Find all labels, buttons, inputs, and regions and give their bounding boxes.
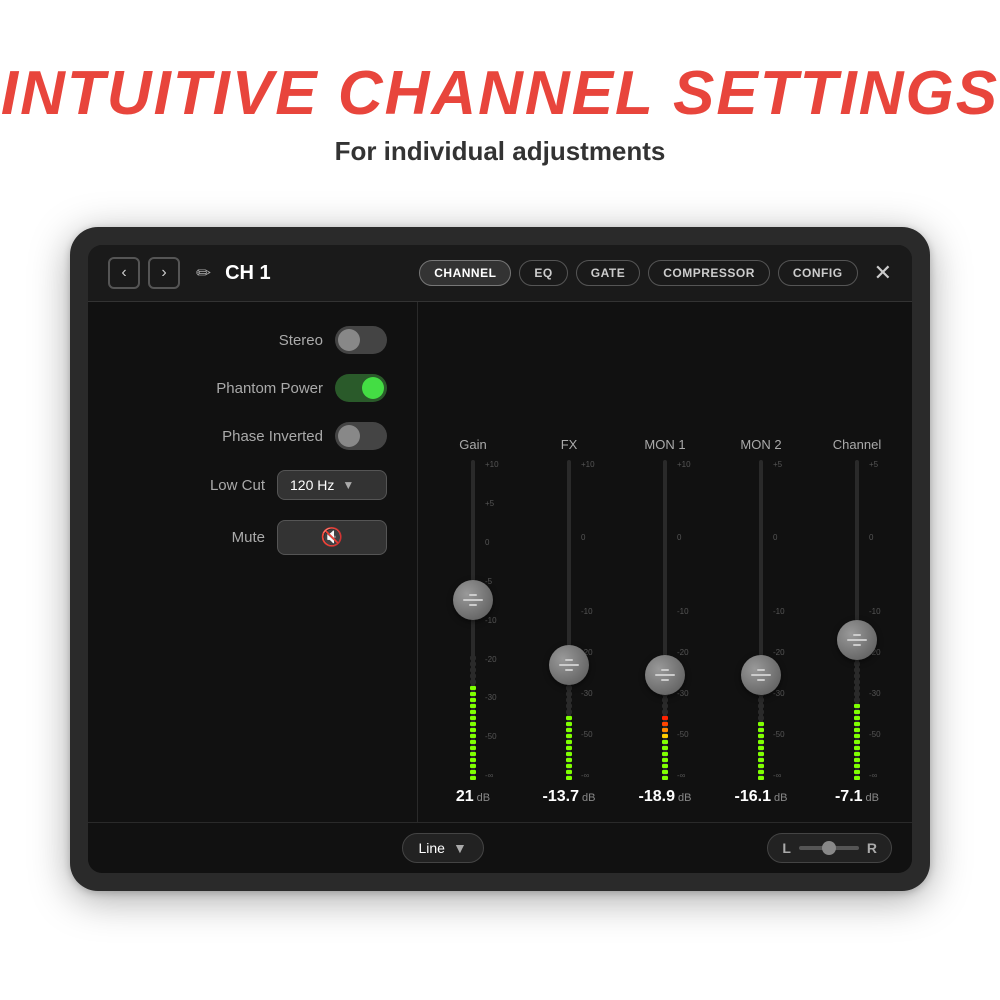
fader-mon2-handle[interactable] [741, 655, 781, 695]
fader-fx-handle[interactable] [549, 645, 589, 685]
fader-gain-value-row: 21 dB [456, 788, 490, 806]
fader-mon1-track: +10 0 -10 -20 -30 -50 -∞ [663, 460, 667, 780]
fader-mon2-value: -16.1 [735, 788, 771, 806]
channel-name: CH 1 [225, 262, 271, 285]
tab-gate[interactable]: GATE [576, 260, 640, 286]
fader-channel-track-container: +5 0 -10 -20 -30 -50 -∞ [812, 460, 902, 780]
fader-fx-track-container: +10 0 -10 -20 -30 -50 -∞ [524, 460, 614, 780]
fader-fx-value: -13.7 [543, 788, 579, 806]
fader-fx-track: +10 0 -10 -20 -30 -50 -∞ [567, 460, 571, 780]
nav-bar: ‹ › ✏ CH 1 CHANNEL EQ GATE COMPRESSOR CO… [88, 245, 912, 302]
page-header: INTUITIVE CHANNEL SETTINGS For individua… [1, 0, 999, 187]
mute-label: Mute [118, 529, 265, 546]
mute-row: Mute 🔇 [118, 520, 387, 555]
prev-button[interactable]: ‹ [108, 257, 140, 289]
fader-gain-track: +10 +5 0 -5 -10 -20 -30 -50 -∞ [471, 460, 475, 780]
fader-gain-handle[interactable] [453, 580, 493, 620]
fader-mon1-value: -18.9 [639, 788, 675, 806]
nav-left: ‹ › ✏ CH 1 [108, 257, 271, 289]
fader-gain-label: Gain [459, 437, 486, 452]
fader-channel-handle-inner [847, 639, 867, 641]
tablet-wrapper: ‹ › ✏ CH 1 CHANNEL EQ GATE COMPRESSOR CO… [70, 227, 930, 891]
line-selector-arrow-icon: ▼ [453, 840, 467, 856]
stereo-row: Stereo [118, 326, 387, 354]
low-cut-label: Low Cut [118, 477, 265, 494]
fader-mon2-track: +5 0 -10 -20 -30 -50 -∞ [759, 460, 763, 780]
phase-inverted-toggle[interactable] [335, 422, 387, 450]
fader-channel-value-row: -7.1 dB [835, 788, 879, 806]
edit-icon[interactable]: ✏ [196, 263, 211, 284]
next-button[interactable]: › [148, 257, 180, 289]
fader-fx-unit: dB [582, 792, 595, 804]
phase-inverted-knob [338, 425, 360, 447]
fader-channel-unit: dB [866, 792, 879, 804]
tab-config[interactable]: CONFIG [778, 260, 858, 286]
fader-mon2-label: MON 2 [740, 437, 781, 452]
pan-slider-track[interactable] [799, 846, 859, 850]
phantom-power-toggle[interactable] [335, 374, 387, 402]
pan-control[interactable]: L R [767, 833, 892, 863]
fader-channel: Channel +5 0 -10 -20 -30 -50 [812, 437, 902, 806]
pan-left-label: L [782, 840, 791, 856]
faders-panel: Gain +10 +5 0 -5 -10 -20 -30 [418, 302, 912, 822]
fader-mon1-handle-inner [655, 674, 675, 676]
fader-fx-label: FX [561, 437, 578, 452]
low-cut-row: Low Cut 120 Hz ▼ [118, 470, 387, 500]
fader-gain-track-container: +10 +5 0 -5 -10 -20 -30 -50 -∞ [428, 460, 518, 780]
fader-mon2: MON 2 +5 0 -10 -20 -30 -50 [716, 437, 806, 806]
phase-inverted-row: Phase Inverted [118, 422, 387, 450]
stereo-knob [338, 329, 360, 351]
tab-compressor[interactable]: COMPRESSOR [648, 260, 770, 286]
content-area: Stereo Phantom Power Phase Inverted [88, 302, 912, 822]
fader-mon1-handle[interactable] [645, 655, 685, 695]
tablet-screen: ‹ › ✏ CH 1 CHANNEL EQ GATE COMPRESSOR CO… [88, 245, 912, 873]
fader-handle-inner [463, 599, 483, 601]
line-selector-value: Line [419, 840, 445, 856]
fader-fx: FX +10 0 -10 -20 -30 -50 [524, 437, 614, 806]
fader-fx-value-row: -13.7 dB [543, 788, 596, 806]
low-cut-dropdown[interactable]: 120 Hz ▼ [277, 470, 387, 500]
pan-slider-knob[interactable] [822, 841, 836, 855]
stereo-toggle[interactable] [335, 326, 387, 354]
fader-gain-value: 21 [456, 788, 474, 806]
fader-channel-track: +5 0 -10 -20 -30 -50 -∞ [855, 460, 859, 780]
mute-icon: 🔇 [321, 527, 343, 548]
fader-mon1-unit: dB [678, 792, 691, 804]
close-button[interactable]: ✕ [874, 260, 892, 286]
dropdown-arrow-icon: ▼ [342, 478, 354, 492]
bottom-bar: Line ▼ L R [88, 822, 912, 873]
low-cut-value: 120 Hz [290, 477, 334, 493]
tab-eq[interactable]: EQ [519, 260, 567, 286]
tab-channel[interactable]: CHANNEL [419, 260, 511, 286]
phantom-power-row: Phantom Power [118, 374, 387, 402]
fader-mon2-handle-inner [751, 674, 771, 676]
pan-right-label: R [867, 840, 877, 856]
controls-panel: Stereo Phantom Power Phase Inverted [88, 302, 418, 822]
phantom-power-label: Phantom Power [118, 380, 323, 397]
fader-gain-unit: dB [477, 792, 490, 804]
fader-mon1: MON 1 +10 0 -10 -20 -30 -50 [620, 437, 710, 806]
nav-tabs: CHANNEL EQ GATE COMPRESSOR CONFIG [419, 260, 857, 286]
line-selector[interactable]: Line ▼ [402, 833, 484, 863]
fader-mon1-value-row: -18.9 dB [639, 788, 692, 806]
stereo-label: Stereo [118, 332, 323, 349]
mute-button[interactable]: 🔇 [277, 520, 387, 555]
fader-fx-handle-inner [559, 664, 579, 666]
fader-mon1-track-container: +10 0 -10 -20 -30 -50 -∞ [620, 460, 710, 780]
fader-mon2-track-container: +5 0 -10 -20 -30 -50 -∞ [716, 460, 806, 780]
fader-mon2-value-row: -16.1 dB [735, 788, 788, 806]
fader-channel-label: Channel [833, 437, 881, 452]
fader-channel-value: -7.1 [835, 788, 863, 806]
fader-channel-handle[interactable] [837, 620, 877, 660]
fader-mon2-unit: dB [774, 792, 787, 804]
fader-mon1-label: MON 1 [644, 437, 685, 452]
phase-inverted-label: Phase Inverted [118, 428, 323, 445]
subtitle: For individual adjustments [1, 136, 999, 167]
fader-gain: Gain +10 +5 0 -5 -10 -20 -30 [428, 437, 518, 806]
phantom-power-knob [362, 377, 384, 399]
main-title: INTUITIVE CHANNEL SETTINGS [1, 60, 999, 128]
